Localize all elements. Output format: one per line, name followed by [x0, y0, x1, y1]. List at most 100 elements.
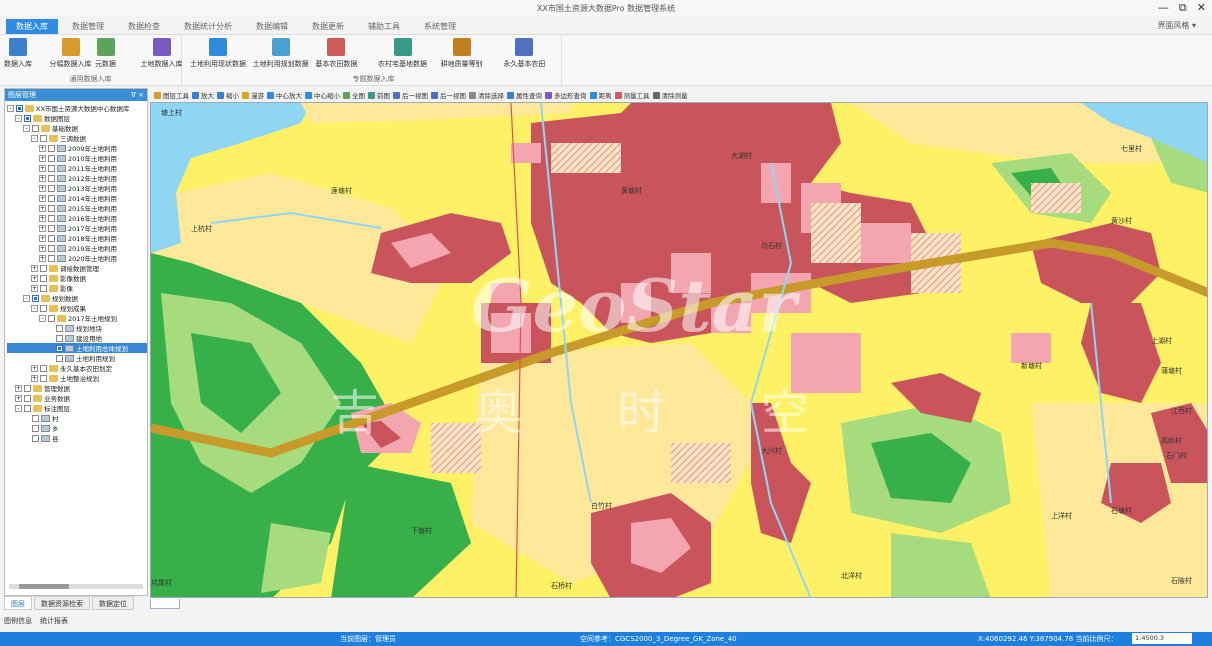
map-tool-button[interactable]: 后一视图	[393, 90, 428, 100]
tree-node[interactable]: +2011年土地利用	[7, 163, 147, 173]
expand-toggle-icon[interactable]: +	[31, 264, 38, 272]
layer-checkbox[interactable]	[40, 264, 47, 272]
tree-node[interactable]: 土地利用总体规划	[7, 343, 147, 353]
panel-tab-0[interactable]: 图层	[4, 596, 32, 610]
scale-input[interactable]: 1:4500.3	[1132, 633, 1192, 644]
map-tool-button[interactable]: 属性查询	[507, 90, 542, 100]
expand-toggle-icon[interactable]: +	[39, 214, 46, 222]
layer-checkbox[interactable]	[48, 164, 55, 172]
tree-node[interactable]: +2015年土地利用	[7, 203, 147, 213]
layer-checkbox[interactable]	[24, 114, 31, 122]
layer-checkbox[interactable]	[48, 154, 55, 162]
tree-node[interactable]: +2020年土地利用	[7, 253, 147, 263]
layer-checkbox[interactable]	[48, 224, 55, 232]
map-tool-button[interactable]: 全图	[343, 90, 365, 100]
layer-checkbox[interactable]	[24, 394, 31, 402]
tree-node[interactable]: + 业务数据	[7, 393, 147, 403]
tree-node[interactable]: - 规划数据	[7, 293, 147, 303]
ribbon-button[interactable]: 农村宅基地数据	[378, 38, 427, 69]
expand-toggle-icon[interactable]: +	[39, 204, 46, 212]
map-tab[interactable]	[150, 599, 180, 609]
layer-checkbox[interactable]	[48, 254, 55, 262]
tree-node[interactable]: +2010年土地利用	[7, 153, 147, 163]
ribbon-button[interactable]: 元数据	[95, 38, 116, 69]
tree-node[interactable]: +2013年土地利用	[7, 183, 147, 193]
tree-node[interactable]: - 2017年土地规划	[7, 313, 147, 323]
tree-node[interactable]: +2019年土地利用	[7, 243, 147, 253]
layer-checkbox[interactable]	[24, 384, 31, 392]
minimize-icon[interactable]: —	[1158, 1, 1169, 15]
close-icon[interactable]: ✕	[1197, 1, 1206, 15]
expand-toggle-icon[interactable]: +	[39, 244, 46, 252]
map-tool-button[interactable]: 放大	[192, 90, 214, 100]
layer-checkbox[interactable]	[16, 104, 23, 112]
expand-toggle-icon[interactable]: +	[39, 164, 46, 172]
expand-toggle-icon[interactable]: -	[39, 314, 46, 322]
layer-checkbox[interactable]	[48, 174, 55, 182]
maximize-icon[interactable]: ⧉	[1179, 1, 1187, 15]
ribbon-button[interactable]: 土地利用现状数据	[190, 38, 246, 69]
layer-checkbox[interactable]	[32, 294, 39, 302]
ribbon-button[interactable]: 分幅数据入库	[50, 38, 92, 69]
layer-checkbox[interactable]	[32, 414, 39, 422]
expand-toggle-icon[interactable]: -	[31, 304, 38, 312]
map-tool-button[interactable]: 后一视图	[431, 90, 466, 100]
tree-node[interactable]: - 标注图层	[7, 403, 147, 413]
tree-node[interactable]: - 三调数据	[7, 133, 147, 143]
ribbon-button[interactable]: 土地利用规划数据	[253, 38, 309, 69]
tab-3[interactable]: 数据统计分析	[174, 19, 242, 34]
panel-tab-2[interactable]: 数据定位	[92, 596, 134, 610]
tree-node[interactable]: 土地利用规划	[7, 353, 147, 363]
layer-checkbox[interactable]	[40, 134, 47, 142]
expand-toggle-icon[interactable]: +	[39, 174, 46, 182]
map-canvas[interactable]: 塘上村莲塘村上杭村 大湖村黄塘村乌石村 七里村黄沙村上湖村蒲塘村 新塘村高岭村石门村 江…	[151, 103, 1208, 598]
horizontal-scrollbar[interactable]	[9, 584, 143, 589]
expand-toggle-icon[interactable]: +	[15, 384, 22, 392]
map-tool-button[interactable]: 前图	[368, 90, 390, 100]
map-tool-button[interactable]: 漫游	[242, 90, 264, 100]
layer-checkbox[interactable]	[48, 194, 55, 202]
tab-5[interactable]: 数据更新	[302, 19, 354, 34]
tree-node[interactable]: 建设用地	[7, 333, 147, 343]
tab-6[interactable]: 辅助工具	[358, 19, 410, 34]
tree-node[interactable]: + 管理数据	[7, 383, 147, 393]
layer-checkbox[interactable]	[40, 374, 47, 382]
expand-toggle-icon[interactable]: +	[31, 284, 38, 292]
layer-checkbox[interactable]	[48, 234, 55, 242]
layer-checkbox[interactable]	[40, 304, 47, 312]
expand-toggle-icon[interactable]: -	[31, 134, 38, 142]
tree-node[interactable]: + 永久基本农田划定	[7, 363, 147, 373]
layer-checkbox[interactable]	[56, 344, 63, 352]
tree-node[interactable]: + 土地整治规划	[7, 373, 147, 383]
layer-checkbox[interactable]	[24, 404, 31, 412]
skin-selector[interactable]: 界面风格 ▾	[1157, 20, 1196, 31]
tree-node[interactable]: 乡	[7, 423, 147, 433]
tree-node[interactable]: +2016年土地利用	[7, 213, 147, 223]
tree-node[interactable]: 村	[7, 413, 147, 423]
layer-checkbox[interactable]	[48, 214, 55, 222]
tab-4[interactable]: 数据编辑	[246, 19, 298, 34]
tree-node[interactable]: +2014年土地利用	[7, 193, 147, 203]
map-tool-button[interactable]: 多边形查询	[545, 90, 587, 100]
ribbon-button[interactable]: 耕地质量等别	[441, 38, 483, 69]
layer-checkbox[interactable]	[48, 314, 55, 322]
expand-toggle-icon[interactable]: +	[39, 234, 46, 242]
ribbon-button[interactable]: 数据入库	[4, 38, 32, 69]
tab-0[interactable]: 数据入库	[6, 19, 58, 34]
expand-toggle-icon[interactable]: +	[39, 224, 46, 232]
layer-checkbox[interactable]	[40, 284, 47, 292]
map-tool-button[interactable]: 距离	[589, 90, 612, 100]
tab-1[interactable]: 数据管理	[62, 19, 114, 34]
expand-toggle-icon[interactable]: +	[15, 394, 22, 402]
layer-checkbox[interactable]	[48, 204, 55, 212]
tree-node[interactable]: + 调绘数据管理	[7, 263, 147, 273]
ribbon-button[interactable]: 基本农田数据	[315, 38, 357, 69]
map-tool-button[interactable]: 图层工具	[154, 90, 189, 100]
layer-checkbox[interactable]	[48, 244, 55, 252]
layer-checkbox[interactable]	[48, 184, 55, 192]
expand-toggle-icon[interactable]: +	[31, 374, 38, 382]
tree-node[interactable]: +2009年土地利用	[7, 143, 147, 153]
layer-checkbox[interactable]	[32, 434, 39, 442]
tab-2[interactable]: 数据检查	[118, 19, 170, 34]
layer-checkbox[interactable]	[56, 354, 63, 362]
